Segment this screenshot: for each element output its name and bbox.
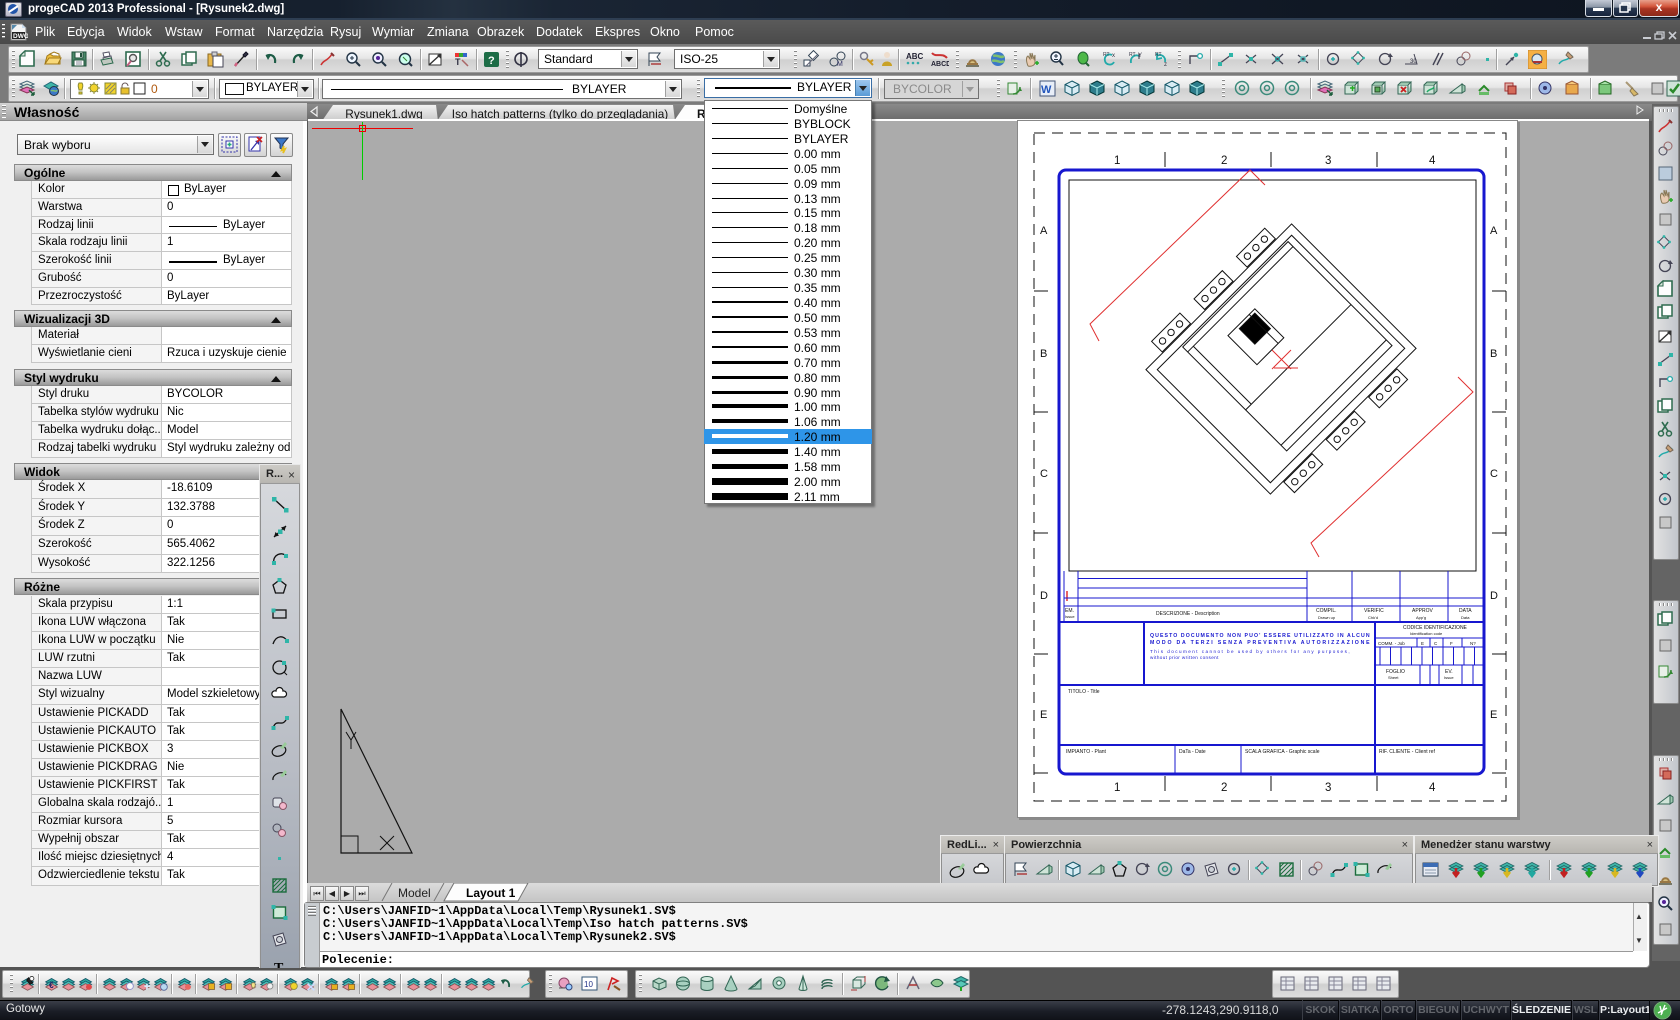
svg-text:App'g: App'g <box>1416 615 1426 620</box>
svg-text:RT: RT <box>1103 52 1110 58</box>
svg-text:C: C <box>1490 468 1498 480</box>
svg-text:Chk'd: Chk'd <box>1368 615 1378 620</box>
svg-text:E: E <box>1421 641 1424 646</box>
svg-text:Drawn up: Drawn up <box>1318 615 1336 620</box>
svg-text:B: B <box>1490 348 1497 360</box>
svg-text:Y: Y <box>1138 53 1142 59</box>
svg-text:Data: Data <box>1461 615 1470 620</box>
svg-text:RT: RT <box>1155 52 1162 58</box>
svg-text:€: € <box>49 980 54 990</box>
svg-text:This document cannot be used b: This document cannot be used by others f… <box>1150 649 1350 654</box>
svg-text:D: D <box>1490 590 1498 602</box>
svg-text:RIF. CLIENTE - Client ref: RIF. CLIENTE - Client ref <box>1379 749 1435 755</box>
svg-text:without prior written consent: without prior written consent <box>1150 655 1219 660</box>
svg-text:M: M <box>837 61 843 68</box>
svg-text:?: ? <box>488 55 495 67</box>
svg-text:W: W <box>1041 84 1052 96</box>
svg-text:IMPIANTO - Plant: IMPIANTO - Plant <box>1066 749 1107 755</box>
svg-text:F: F <box>1450 641 1453 646</box>
svg-text:2: 2 <box>1221 155 1227 167</box>
svg-text:1: 1 <box>1114 155 1120 167</box>
svg-text:0: 0 <box>151 82 158 96</box>
svg-text:ABCD: ABCD <box>931 61 949 68</box>
svg-text:x: x <box>1112 53 1115 59</box>
svg-text:Issue: Issue <box>1444 675 1454 680</box>
svg-text:TITOLO - Title: TITOLO - Title <box>1068 689 1100 695</box>
svg-text:3: 3 <box>1325 782 1331 794</box>
svg-text:COMPIL.: COMPIL. <box>1316 608 1337 614</box>
svg-text:APPROV: APPROV <box>1412 608 1434 614</box>
svg-text:B: B <box>1040 348 1047 360</box>
svg-text:RT: RT <box>1129 52 1136 58</box>
svg-text:MODO DA TERZI SENZA PREVENTIVA: MODO DA TERZI SENZA PREVENTIVA AUTORIZZA… <box>1150 640 1370 646</box>
svg-text:VERIFIC: VERIFIC <box>1364 608 1384 614</box>
svg-text:SCALA GRAFICA - Graphic scal: SCALA GRAFICA - Graphic scale <box>1245 749 1320 755</box>
svg-text:DESCRIZIONE - Description: DESCRIZIONE - Description <box>1156 611 1220 617</box>
svg-text:Model: Model <box>398 886 431 900</box>
svg-text:DaTa - Date: DaTa - Date <box>1179 749 1206 755</box>
svg-text:C: C <box>1434 641 1438 646</box>
svg-text:4: 4 <box>1429 155 1436 167</box>
svg-text:30: 30 <box>1410 59 1417 65</box>
svg-text:10: 10 <box>584 980 593 989</box>
svg-text:1: 1 <box>1114 782 1120 794</box>
svg-text:N?: N? <box>1470 641 1476 646</box>
svg-text:DATA: DATA <box>1459 608 1472 614</box>
svg-text:2: 2 <box>1221 782 1227 794</box>
svg-text:3: 3 <box>1325 155 1331 167</box>
svg-text:ABC: ABC <box>906 52 923 61</box>
svg-text:Issue: Issue <box>1065 614 1075 619</box>
svg-text:4: 4 <box>1429 782 1436 794</box>
svg-text:E: E <box>1040 709 1047 721</box>
svg-text:DWG: DWG <box>13 33 28 40</box>
svg-text:E: E <box>1490 709 1497 721</box>
svg-text:z: z <box>1164 62 1167 68</box>
svg-text:QUESTO DOCUMENTO NON PUO' ESSE: QUESTO DOCUMENTO NON PUO' ESSERE UTILIZZ… <box>1150 633 1370 639</box>
svg-text:A: A <box>1040 225 1048 237</box>
svg-text:A: A <box>1490 225 1498 237</box>
svg-text:Layout 1: Layout 1 <box>466 886 516 900</box>
svg-text:D: D <box>1040 590 1048 602</box>
svg-text:Identification code: Identification code <box>1410 631 1443 636</box>
svg-text:T: T <box>455 57 461 67</box>
svg-text:COMM. - Job: COMM. - Job <box>1378 641 1405 646</box>
svg-text:Sheet: Sheet <box>1388 675 1399 680</box>
svg-text:C: C <box>1040 468 1048 480</box>
